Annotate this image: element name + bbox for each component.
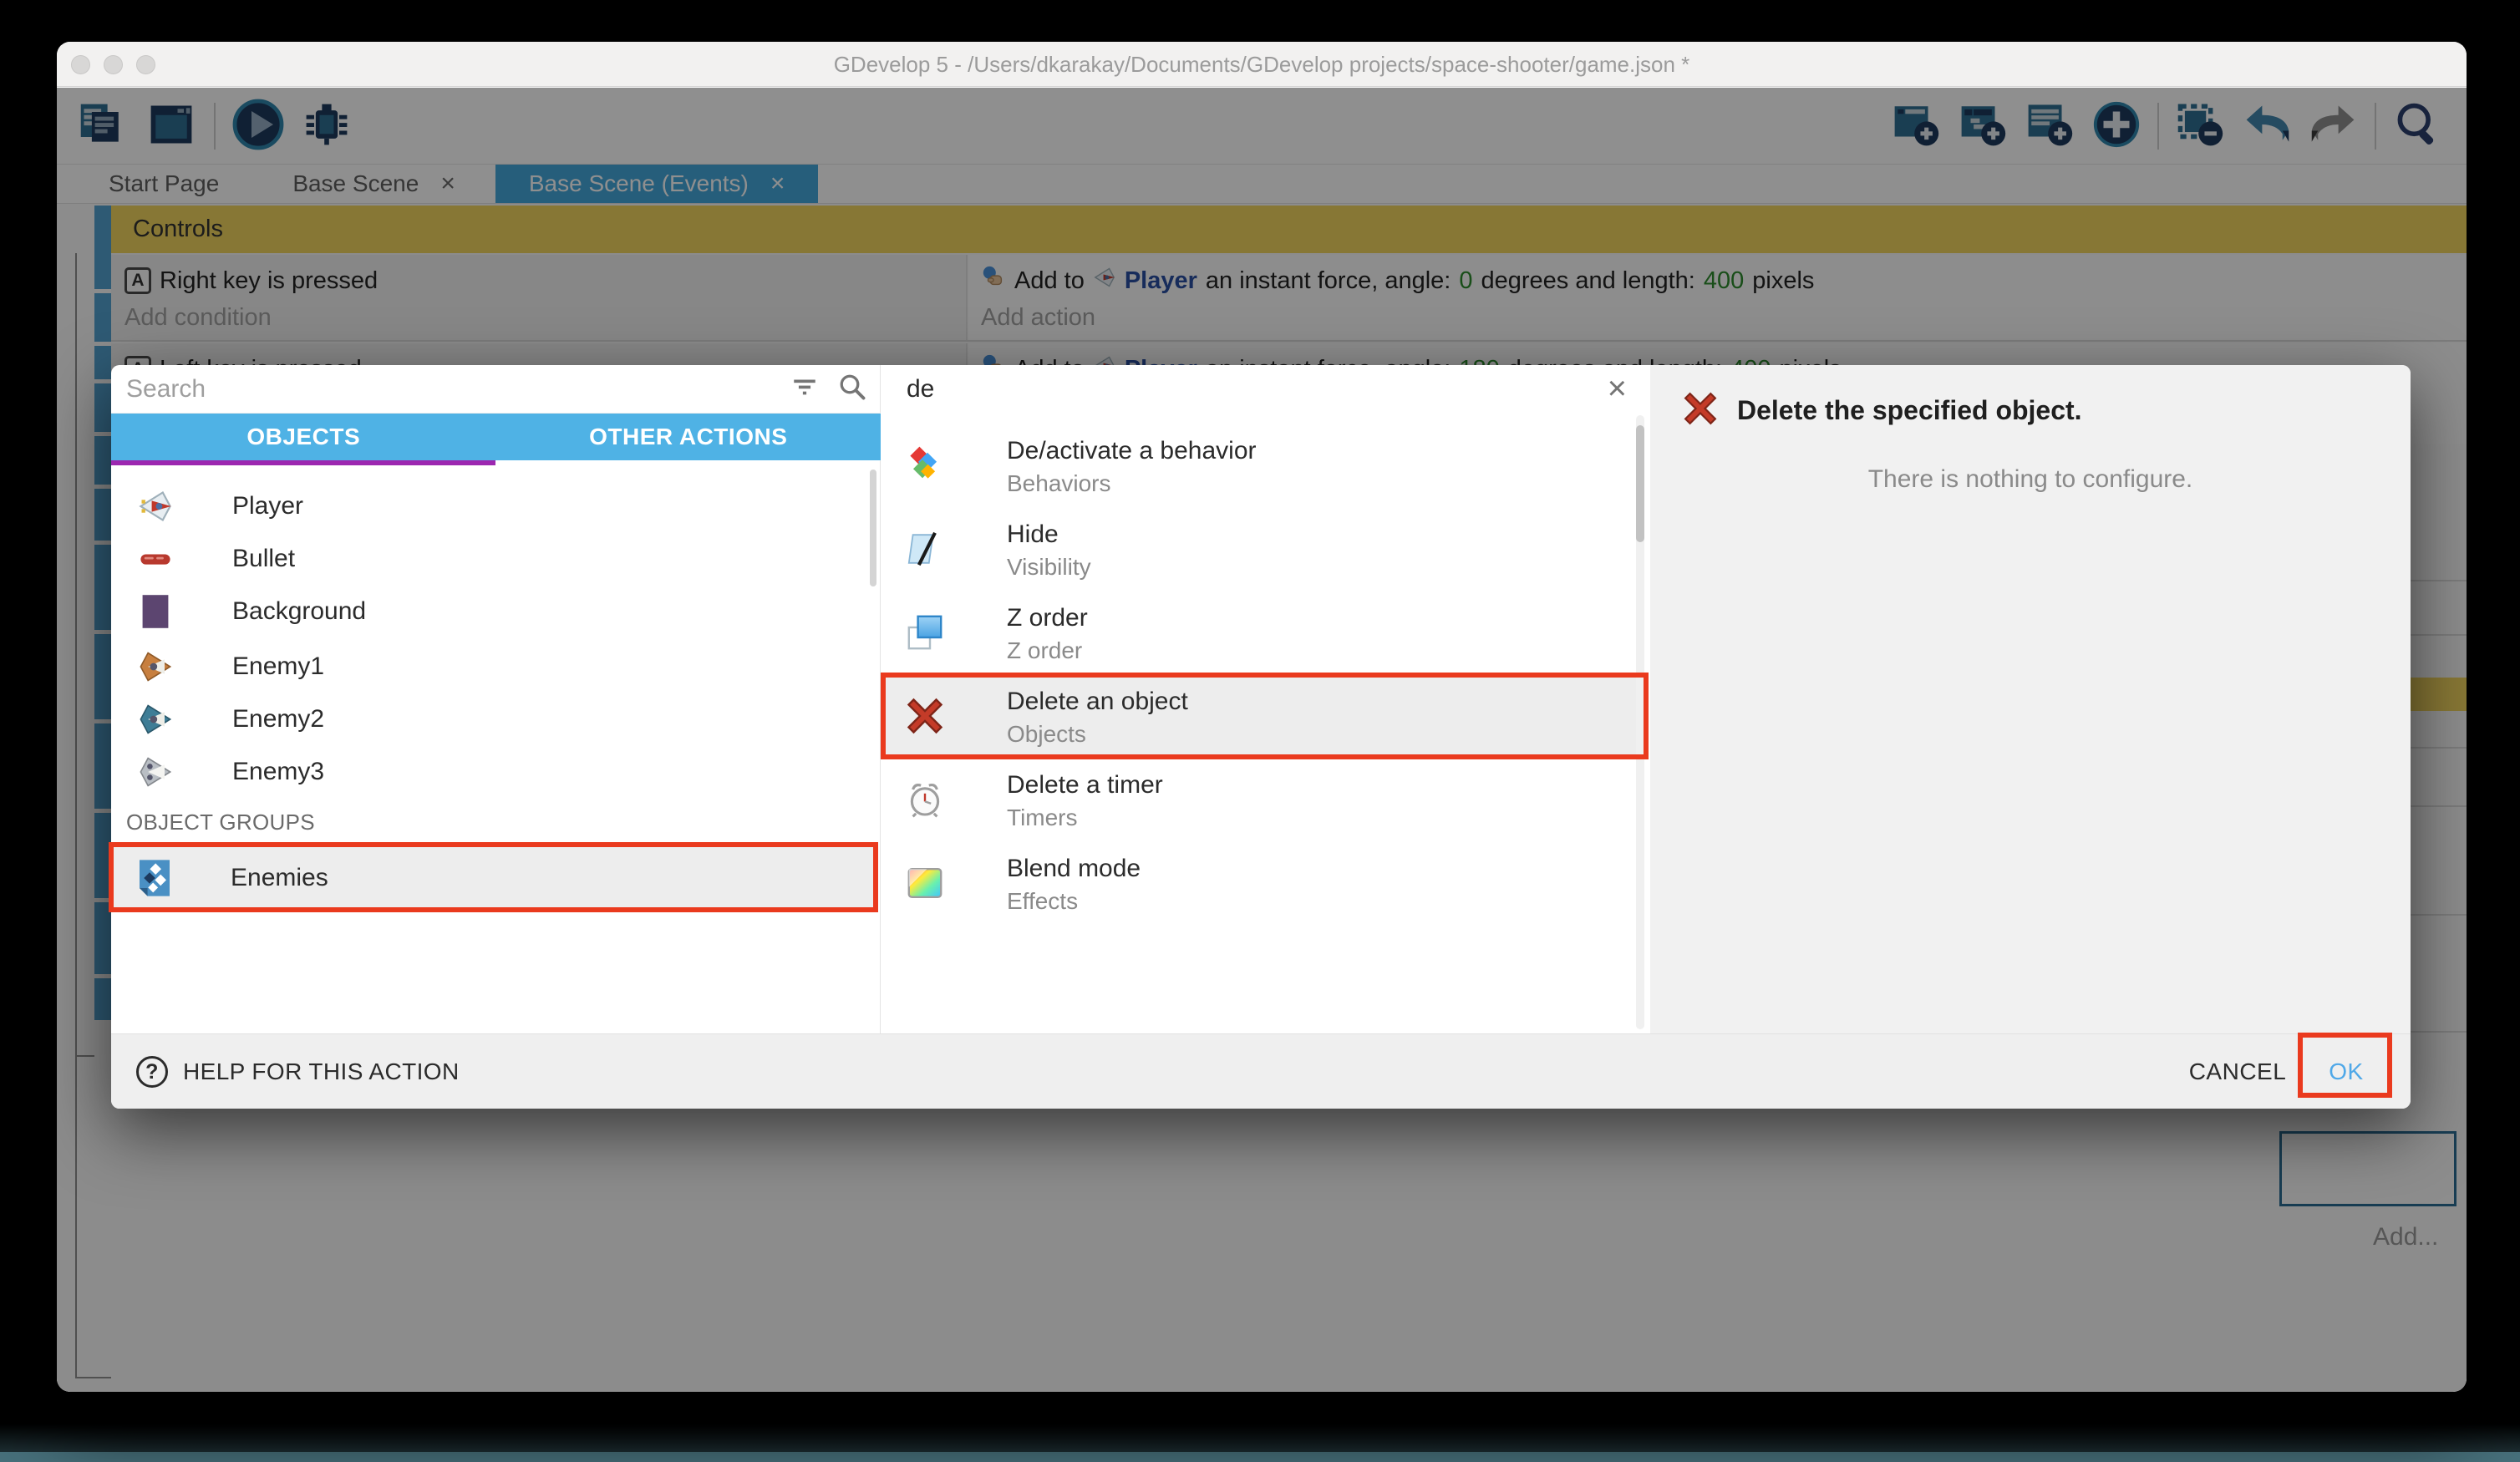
left-scrollbar-thumb[interactable]	[870, 470, 876, 586]
help-button[interactable]: ? HELP FOR THIS ACTION	[136, 1034, 460, 1109]
timer-clock-icon	[905, 779, 945, 820]
enemy2-ship-icon	[136, 700, 175, 739]
desktop-edge-strip	[0, 1452, 2520, 1462]
window-title: GDevelop 5 - /Users/dkarakay/Documents/G…	[57, 42, 2467, 87]
action-list-scrollbar-thumb[interactable]	[1636, 425, 1644, 542]
object-item-enemy3[interactable]: Enemy3	[111, 745, 878, 798]
object-group-icon	[135, 858, 175, 898]
action-list-pane: × De/activate a behavior Behaviors Hide …	[881, 365, 1650, 1033]
bullet-icon	[136, 540, 175, 578]
object-search-input[interactable]	[126, 370, 744, 409]
action-search-input[interactable]	[907, 370, 1592, 409]
action-item-deactivate-behavior[interactable]: De/activate a behavior Behaviors	[881, 424, 1638, 507]
enemy1-ship-icon	[136, 647, 175, 686]
object-item-enemy2[interactable]: Enemy2	[111, 693, 878, 745]
group-item-enemies[interactable]: Enemies	[111, 845, 878, 910]
enemy3-ship-icon	[136, 753, 175, 791]
search-icon	[837, 372, 867, 406]
nothing-to-configure-text: There is nothing to configure.	[1650, 465, 2411, 494]
object-selector-pane: OBJECTS OTHER ACTIONS Player Bullet Back…	[111, 365, 881, 1033]
tab-objects[interactable]: OBJECTS	[111, 414, 496, 460]
filter-icon[interactable]	[790, 373, 819, 405]
dialog-footer: ? HELP FOR THIS ACTION CANCEL OK	[111, 1033, 2411, 1109]
action-description: Delete the specified object.	[1737, 395, 2082, 426]
action-item-blend-mode[interactable]: Blend mode Effects	[881, 841, 1638, 925]
behavior-icon	[905, 445, 945, 485]
hide-icon	[905, 529, 945, 569]
action-detail-pane: Delete the specified object. There is no…	[1650, 365, 2411, 1033]
ok-button[interactable]: OK	[2309, 1034, 2384, 1109]
action-item-delete-object[interactable]: Delete an object Objects	[881, 674, 1638, 758]
z-order-icon	[905, 612, 945, 652]
object-item-background[interactable]: Background	[111, 585, 878, 637]
action-item-hide[interactable]: Hide Visibility	[881, 507, 1638, 591]
screenshot-stage: GDevelop 5 - /Users/dkarakay/Documents/G…	[0, 0, 2520, 1462]
tab-other-actions[interactable]: OTHER ACTIONS	[496, 414, 881, 460]
action-item-delete-timer[interactable]: Delete a timer Timers	[881, 758, 1638, 841]
action-editor-dialog: OBJECTS OTHER ACTIONS Player Bullet Back…	[111, 365, 2411, 1109]
delete-cross-icon	[1682, 390, 1719, 431]
clear-search-icon[interactable]: ×	[1608, 372, 1627, 405]
active-tab-underline	[111, 460, 495, 465]
player-ship-icon	[136, 487, 175, 525]
object-groups-header: OBJECT GROUPS	[126, 810, 315, 835]
object-item-player[interactable]: Player	[111, 480, 878, 532]
blend-mode-icon	[905, 863, 945, 903]
macos-titlebar: GDevelop 5 - /Users/dkarakay/Documents/G…	[57, 42, 2467, 87]
desktop-glow	[0, 1424, 2520, 1452]
selector-tabs: OBJECTS OTHER ACTIONS	[111, 414, 881, 460]
delete-cross-icon	[905, 696, 945, 736]
help-icon: ?	[136, 1056, 168, 1088]
object-search-row	[111, 365, 881, 414]
object-item-bullet[interactable]: Bullet	[111, 532, 878, 585]
background-icon	[136, 592, 175, 631]
cancel-button[interactable]: CANCEL	[2183, 1034, 2292, 1109]
action-item-z-order[interactable]: Z order Z order	[881, 591, 1638, 674]
object-item-enemy1[interactable]: Enemy1	[111, 640, 878, 693]
